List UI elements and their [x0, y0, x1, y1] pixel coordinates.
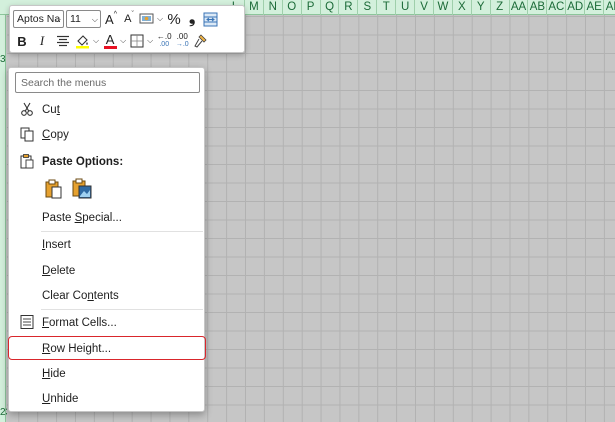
arrow-right-icon: →.0 — [175, 41, 189, 48]
number-format-button[interactable] — [139, 10, 155, 28]
decrease-font-size-button[interactable]: Aˇ — [121, 10, 137, 28]
grow-font-label: A — [105, 11, 114, 27]
menu-item-format-cells[interactable]: Format Cells... — [10, 310, 204, 335]
decimal-digits-icon: .00 — [159, 41, 170, 48]
caret-up-icon: ^ — [113, 10, 117, 18]
menu-item-copy[interactable]: Copy — [10, 122, 204, 147]
borders-icon — [130, 34, 144, 48]
italic-label: I — [39, 33, 45, 48]
format-painter-icon — [194, 34, 207, 48]
column-header-z[interactable]: Z — [491, 0, 510, 15]
menu-item-label: Clear Contents — [42, 289, 119, 302]
chevron-down-icon[interactable]: ⌵ — [120, 36, 126, 46]
menu-item-cut[interactable]: Cut — [10, 97, 204, 122]
merge-center-button[interactable] — [202, 10, 218, 28]
column-header-ad[interactable]: AD — [566, 0, 586, 15]
column-header-v[interactable]: V — [415, 0, 434, 15]
increase-font-size-button[interactable]: A ^ — [103, 10, 119, 28]
font-size-box[interactable]: 11 ⌵ — [66, 10, 101, 28]
menu-item-paste-special[interactable]: Paste Special... — [10, 205, 204, 230]
scissors-icon — [21, 102, 33, 116]
caret-down-icon: ˇ — [131, 10, 134, 18]
menu-item-insert[interactable]: Insert — [10, 232, 204, 257]
column-header-x[interactable]: X — [453, 0, 472, 15]
menu-item-label: Cut — [42, 103, 60, 116]
menu-item-label: Copy — [42, 128, 69, 141]
mini-toolbar: Aptos Na ⌵ 11 ⌵ A ^ Aˇ ⌵ % ❟ B I ⌵ A ⌵ ⌵… — [9, 5, 245, 53]
font-name-value: Aptos Na — [17, 13, 61, 25]
column-header-r[interactable]: R — [340, 0, 359, 15]
paste-icon[interactable] — [42, 177, 66, 201]
column-header-ac[interactable]: AC — [547, 0, 567, 15]
column-header-q[interactable]: Q — [321, 0, 340, 15]
comma-label: ❟ — [188, 10, 196, 27]
align-center-icon — [57, 35, 69, 47]
font-name-box[interactable]: Aptos Na ⌵ — [13, 10, 64, 28]
column-header-ab[interactable]: AB — [529, 0, 548, 15]
menu-search-input[interactable] — [15, 72, 200, 93]
column-header-p[interactable]: P — [302, 0, 321, 15]
fill-color-button[interactable] — [75, 32, 91, 50]
font-color-bar — [103, 45, 117, 49]
increase-decimal-icon: ←.0 — [156, 32, 172, 41]
paste-options-label: Paste Options: — [42, 155, 124, 168]
decrease-decimal-button[interactable]: .00 →.0 — [174, 32, 190, 50]
clipboard-icon — [20, 154, 34, 169]
context-menu: Cut Copy Paste Options: — [8, 67, 205, 412]
menu-item-label: Insert — [42, 238, 71, 251]
shrink-font-label: A — [124, 13, 132, 25]
column-header-o[interactable]: O — [283, 0, 302, 15]
format-painter-button[interactable] — [192, 32, 208, 50]
row-height-highlight-box — [8, 336, 206, 360]
column-header-af[interactable]: AF — [604, 0, 615, 15]
column-header-aa[interactable]: AA — [510, 0, 529, 15]
column-header-w[interactable]: W — [434, 0, 453, 15]
percent-label: % — [167, 10, 181, 28]
menu-item-label: Unhide — [42, 392, 79, 405]
column-header-n[interactable]: N — [264, 0, 283, 15]
format-cells-icon — [20, 315, 34, 329]
column-header-ae[interactable]: AE — [585, 0, 605, 15]
column-header-m[interactable]: M — [245, 0, 264, 15]
paste-picture-icon[interactable] — [70, 177, 94, 201]
column-header-u[interactable]: U — [396, 0, 416, 15]
align-center-button[interactable] — [53, 32, 73, 50]
paint-bucket-icon — [76, 35, 89, 49]
borders-button[interactable] — [129, 32, 145, 50]
percent-style-button[interactable]: % — [166, 10, 182, 28]
paste-options-heading: Paste Options: — [10, 149, 204, 174]
currency-format-icon — [139, 13, 154, 24]
menu-item-label: Format Cells... — [42, 316, 117, 329]
menu-item-unhide[interactable]: Unhide — [10, 386, 204, 411]
menu-item-delete[interactable]: Delete — [10, 258, 204, 283]
font-size-value: 11 — [70, 13, 81, 25]
chevron-down-icon: ⌵ — [91, 15, 98, 24]
comma-style-button[interactable]: ❟ — [184, 10, 200, 28]
merge-cells-icon — [203, 12, 218, 26]
column-header-s[interactable]: S — [358, 0, 378, 15]
bold-button[interactable]: B — [13, 32, 31, 50]
chevron-down-icon[interactable]: ⌵ — [157, 14, 163, 24]
row-number-3[interactable]: 3 — [0, 54, 6, 65]
increase-decimal-button[interactable]: ←.0 .00 — [156, 32, 172, 50]
font-color-button[interactable]: A — [102, 32, 118, 50]
chevron-down-icon[interactable]: ⌵ — [93, 36, 99, 46]
copy-icon — [20, 127, 34, 142]
column-header-t[interactable]: T — [377, 0, 397, 15]
menu-item-label: Paste Special... — [42, 211, 122, 224]
font-color-letter: A — [105, 31, 115, 47]
chevron-down-icon: ⌵ — [54, 15, 61, 24]
menu-item-label: Delete — [42, 264, 76, 277]
menu-item-hide[interactable]: Hide — [10, 361, 204, 386]
column-header-y[interactable]: Y — [472, 0, 491, 15]
italic-button[interactable]: I — [33, 32, 51, 50]
row-header-bar: 3 23 — [0, 15, 11, 422]
paste-options-row — [42, 177, 98, 201]
bold-label: B — [17, 33, 27, 49]
chevron-down-icon[interactable]: ⌵ — [147, 36, 153, 46]
decrease-decimal-icon: .00 — [176, 32, 188, 41]
menu-item-clear-contents[interactable]: Clear Contents — [10, 283, 204, 308]
menu-item-label: Hide — [42, 367, 66, 380]
